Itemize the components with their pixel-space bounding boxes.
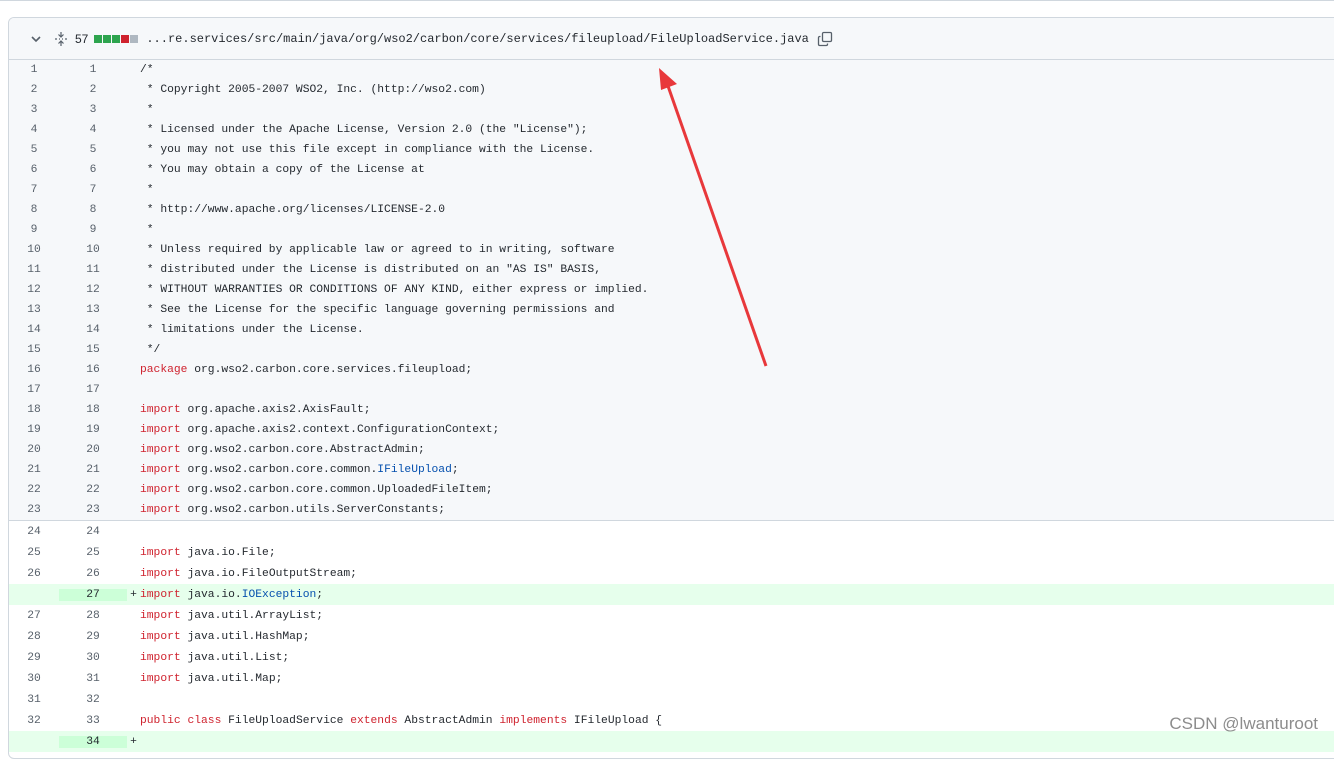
watermark: CSDN @lwanturoot: [1169, 714, 1318, 733]
arrow-head: [659, 68, 677, 90]
arrow-shaft: [666, 85, 768, 367]
annotation-arrow: [659, 68, 768, 367]
